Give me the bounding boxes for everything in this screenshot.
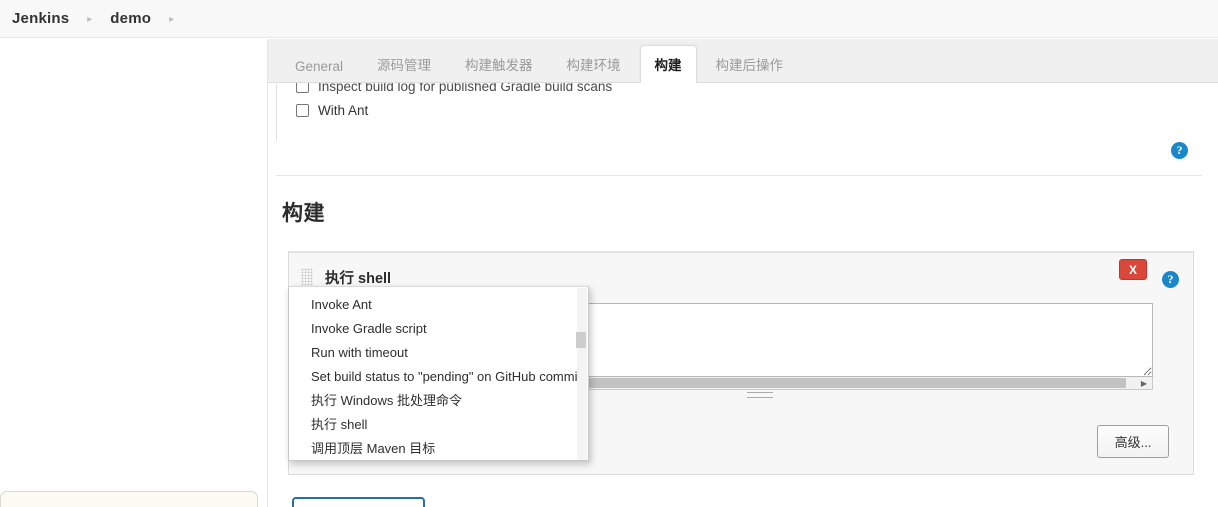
checkbox-label-gradle-scan: Inspect build log for published Gradle b… (318, 83, 613, 94)
checkbox-gradle-scan[interactable] (296, 83, 309, 93)
help-icon-build-env[interactable]: ? (1171, 142, 1188, 159)
form-group-rule (276, 83, 277, 141)
tab-build-triggers[interactable]: 构建触发器 (450, 45, 548, 83)
page-root: Jenkins ▸ demo ▸ General 源码管理 构建触发器 构建环境… (0, 0, 1218, 507)
add-build-step-button[interactable]: 增加构建步骤 (292, 497, 425, 507)
dropdown-scrollbar[interactable] (576, 288, 587, 460)
page-section-title: 构建 (282, 202, 325, 225)
checkbox-label-with-ant: With Ant (318, 102, 369, 118)
delete-build-step-button[interactable]: X (1119, 259, 1147, 280)
breadcrumb-separator-icon-2: ▸ (169, 14, 175, 25)
checkbox-row-with-ant[interactable]: With Ant (276, 95, 1218, 125)
build-step-title: 执行 shell (325, 270, 392, 287)
tab-general[interactable]: General (280, 50, 358, 83)
dropdown-item-set-build-status[interactable]: Set build status to "pending" on GitHub … (289, 365, 588, 389)
dropdown-item-run-with-timeout[interactable]: Run with timeout (289, 341, 588, 365)
dropdown-scrollbar-thumb[interactable] (576, 332, 586, 348)
form-inner: Inspect build log for published Gradle b… (268, 83, 1218, 507)
dropdown-item-execute-shell[interactable]: 执行 shell (289, 413, 588, 437)
tab-build[interactable]: 构建 (639, 45, 697, 83)
help-icon-build-step[interactable]: ? (1162, 271, 1179, 288)
chevron-right-icon[interactable]: ▶ (1138, 378, 1150, 389)
checkbox-with-ant[interactable] (296, 103, 309, 117)
lower-peek-panel (0, 491, 258, 507)
config-tab-bar: General 源码管理 构建触发器 构建环境 构建 构建后操作 (268, 39, 1218, 83)
breadcrumb: Jenkins ▸ demo ▸ (0, 0, 1218, 38)
breadcrumb-separator-icon: ▸ (87, 14, 93, 25)
dropdown-item-invoke-gradle-script[interactable]: Invoke Gradle script (289, 317, 588, 341)
dropdown-item-windows-batch[interactable]: 执行 Windows 批处理命令 (289, 389, 588, 413)
add-build-step-dropdown[interactable]: Invoke Ant Invoke Gradle script Run with… (288, 286, 589, 461)
checkbox-row-gradle-scan[interactable]: Inspect build log for published Gradle b… (276, 83, 1218, 95)
tab-scm[interactable]: 源码管理 (362, 45, 446, 83)
section-divider (276, 175, 1202, 176)
tab-build-environment[interactable]: 构建环境 (552, 45, 636, 83)
dropdown-item-invoke-ant[interactable]: Invoke Ant (289, 293, 588, 317)
left-pane (0, 39, 268, 507)
drag-handle-icon[interactable] (301, 268, 313, 286)
dropdown-item-invoke-maven[interactable]: 调用顶层 Maven 目标 (289, 437, 588, 460)
advanced-button[interactable]: 高级... (1097, 425, 1169, 458)
tab-post-build-actions[interactable]: 构建后操作 (701, 45, 799, 83)
breadcrumb-item-jenkins[interactable]: Jenkins (8, 10, 73, 27)
breadcrumb-item-demo[interactable]: demo (106, 10, 155, 27)
